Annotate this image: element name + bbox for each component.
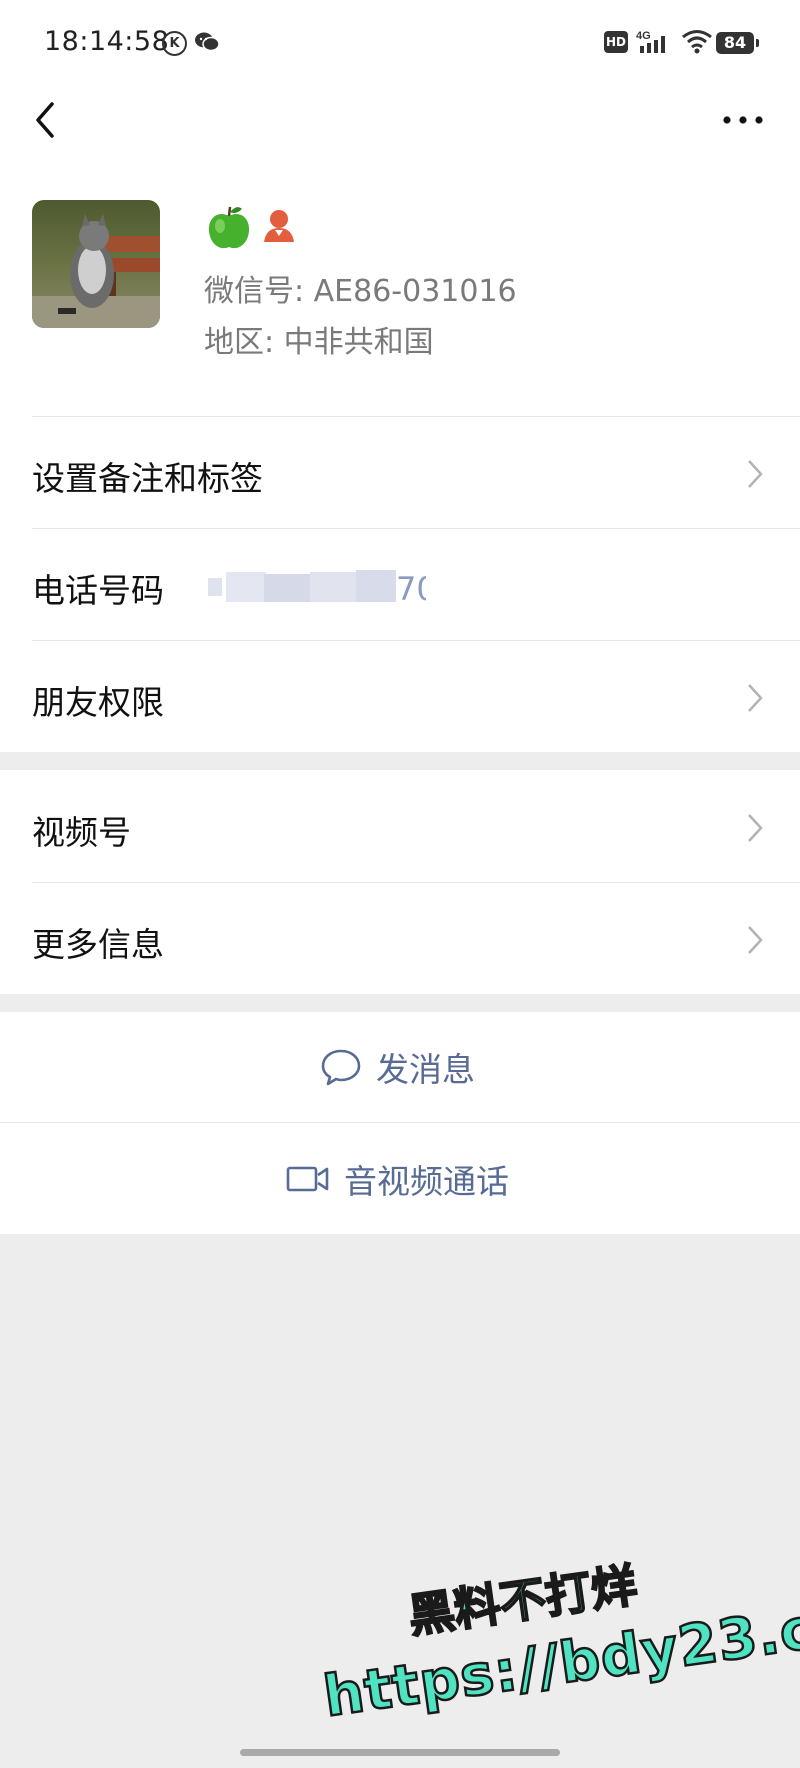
divider <box>32 528 800 529</box>
apple-emoji-icon <box>208 206 250 249</box>
more-dots-icon[interactable] <box>718 102 768 138</box>
more-info-row[interactable]: 更多信息 <box>32 918 164 966</box>
watermark: 黑料不打烊 https://bdy23.co <box>306 1504 800 1768</box>
send-message-label: 发消息 <box>376 1050 475 1089</box>
voice-video-call-label: 音视频通话 <box>344 1162 509 1201</box>
send-message-button[interactable]: 发消息 <box>0 1012 800 1122</box>
chat-bubble-icon <box>321 1049 361 1086</box>
back-chevron-icon[interactable] <box>28 98 68 142</box>
chevron-right-icon <box>748 460 763 488</box>
status-time: 18:14:58 <box>44 26 170 57</box>
network-label: 4G <box>636 30 651 42</box>
divider <box>32 640 800 641</box>
contact-person-icon <box>264 210 294 242</box>
voice-video-call-button[interactable]: 音视频通话 <box>0 1124 800 1234</box>
wechat-id: 微信号: AE86-031016 <box>204 274 517 309</box>
chevron-right-icon <box>748 926 763 954</box>
avatar[interactable] <box>32 200 160 328</box>
phone-number-blurred[interactable]: 70 <box>206 566 426 608</box>
video-camera-icon <box>286 1166 329 1192</box>
divider <box>32 416 800 417</box>
phone-number-label: 电话号码 <box>32 571 164 610</box>
divider <box>32 882 800 883</box>
home-indicator[interactable] <box>240 1749 560 1756</box>
battery-indicator: 84 <box>716 32 759 54</box>
status-bar: 18:14:58 K HD 4G 84 <box>0 0 800 86</box>
chevron-right-icon <box>748 684 763 712</box>
channels-row[interactable]: 视频号 <box>32 806 131 854</box>
friend-permissions-row[interactable]: 朋友权限 <box>32 676 164 724</box>
hd-icon: HD <box>604 31 628 53</box>
wechat-icon <box>195 32 220 52</box>
wifi-icon <box>682 30 712 54</box>
region-text: 地区: 中非共和国 <box>204 325 434 360</box>
k-app-icon: K <box>162 31 187 56</box>
signal-icon: 4G <box>636 30 665 53</box>
divider <box>0 1122 800 1123</box>
chevron-right-icon <box>748 814 763 842</box>
remark-and-tags-row[interactable]: 设置备注和标签 <box>32 452 263 500</box>
phone-visible-digits: 70 <box>396 570 426 608</box>
